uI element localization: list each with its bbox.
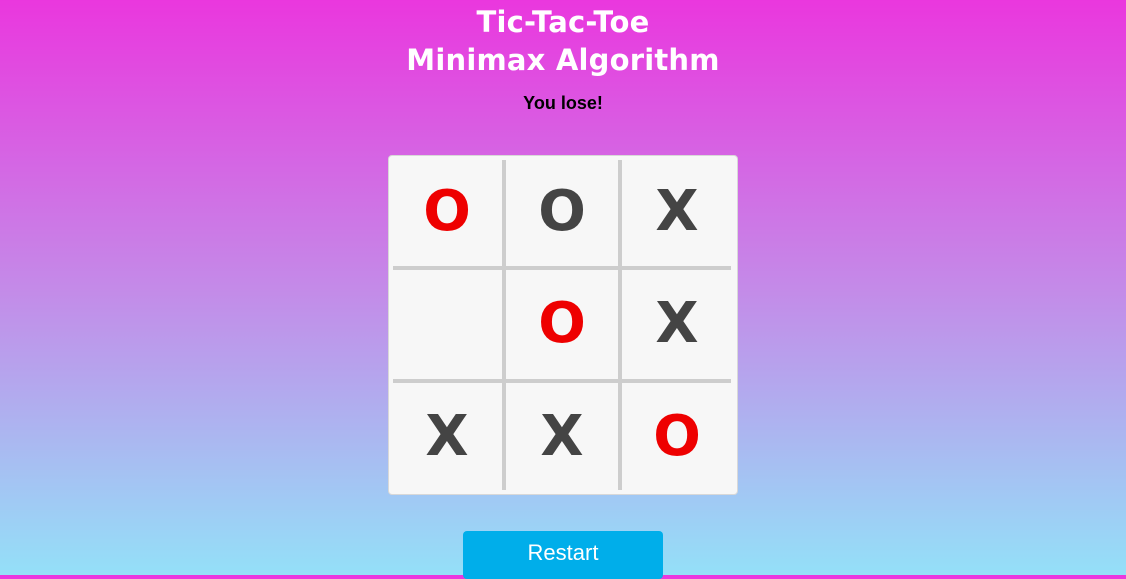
board-cell-3[interactable]: X bbox=[621, 158, 733, 266]
board-cell-1[interactable]: O bbox=[391, 158, 503, 266]
game-status: You lose! bbox=[523, 93, 603, 113]
cell-mark: O bbox=[538, 179, 586, 244]
board-cell-6[interactable]: X bbox=[621, 270, 733, 378]
cell-mark: X bbox=[655, 291, 699, 356]
board-cell-9[interactable]: O bbox=[621, 383, 733, 491]
cell-mark: O bbox=[653, 404, 701, 469]
board-cell-5[interactable]: O bbox=[506, 270, 618, 378]
cell-mark: O bbox=[423, 179, 471, 244]
cell-mark: X bbox=[655, 179, 699, 244]
board-cell-4[interactable] bbox=[391, 270, 503, 378]
board-cell-7[interactable]: X bbox=[391, 383, 503, 491]
board-cell-2[interactable]: O bbox=[506, 158, 618, 266]
cell-mark: X bbox=[425, 404, 469, 469]
cell-mark: O bbox=[538, 291, 586, 356]
cell-mark: X bbox=[540, 404, 584, 469]
game-board: O O X O X X X O bbox=[388, 155, 738, 495]
title-line-1: Tic-Tac-Toe bbox=[476, 5, 650, 39]
title-line-2: Minimax Algorithm bbox=[406, 43, 720, 77]
restart-button[interactable]: Restart bbox=[463, 531, 663, 579]
board-cell-8[interactable]: X bbox=[506, 383, 618, 491]
